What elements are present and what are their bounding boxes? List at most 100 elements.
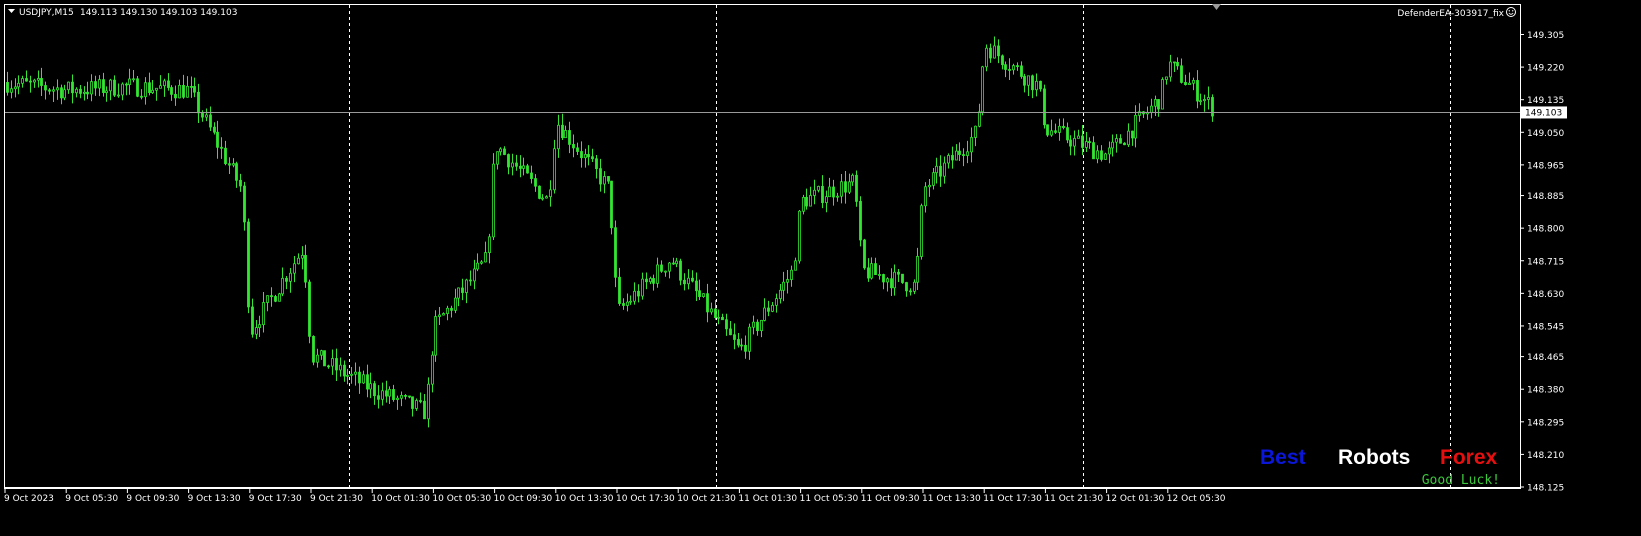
candle-body [488, 236, 491, 253]
candle-body [262, 302, 265, 326]
candle-body [144, 82, 147, 98]
candle-body [1157, 99, 1160, 110]
candle-body [698, 290, 701, 298]
candle-body [955, 150, 958, 161]
candle-body [281, 277, 284, 295]
candle-body [293, 263, 296, 274]
candle-body [1035, 80, 1038, 91]
candle-body [790, 269, 793, 280]
candle-body [1111, 141, 1114, 149]
chart-window[interactable]: 149.305 149.220 149.135 149.050 148.965 148.8… [0, 0, 1641, 536]
candle-body [396, 397, 399, 400]
candle-body [67, 81, 70, 91]
candle-body [415, 400, 418, 409]
candle-body [760, 319, 763, 332]
candle-body [255, 327, 258, 335]
candle-body [366, 374, 369, 390]
candle-body [970, 137, 973, 153]
candle-body [308, 281, 311, 337]
candle-body [6, 82, 9, 93]
candle-body [706, 293, 709, 313]
candle-body [496, 151, 499, 165]
current-price-box: 149.103 [1521, 106, 1567, 119]
candle-body [503, 148, 506, 155]
candle-body [151, 89, 154, 94]
candle-body [1165, 76, 1168, 80]
candle-body [928, 184, 931, 188]
candle-body [603, 176, 606, 185]
candle-body [354, 371, 357, 375]
candle-body [721, 316, 724, 321]
candle-body [1050, 130, 1053, 136]
candle-body [652, 278, 655, 284]
time-tick-label: 11 Oct 09:30 [861, 494, 920, 504]
candle-body [687, 277, 690, 285]
candle-body [450, 307, 453, 311]
candle-body [656, 264, 659, 284]
candle-body [174, 93, 177, 99]
candle-body [105, 90, 108, 93]
candle-body [595, 158, 598, 169]
candle-body [1161, 79, 1164, 110]
price-tick-label: 149.050 [1527, 129, 1564, 139]
watermark-best: Best [1260, 446, 1306, 469]
candle-body [1008, 69, 1011, 71]
watermark: Best Robots Forex Good Luck! [1260, 446, 1500, 488]
candle-body [844, 181, 847, 193]
candle-body [893, 271, 896, 289]
candle-body [411, 396, 414, 409]
candle-body [782, 281, 785, 291]
candle-body [958, 150, 961, 155]
candle-body [21, 78, 24, 84]
candle-body [683, 279, 686, 285]
candle-body [645, 278, 648, 283]
candle-body [136, 78, 139, 97]
price-chart[interactable]: 149.305 149.220 149.135 149.050 148.965 148.8… [0, 0, 1641, 536]
candle-body [25, 78, 28, 82]
time-tick-label: 10 Oct 01:30 [371, 494, 430, 504]
candle-body [966, 151, 969, 156]
chart-shift-marker-icon[interactable] [1212, 4, 1221, 10]
candle-body [1039, 80, 1042, 90]
candle-body [840, 181, 843, 197]
candle-body [541, 197, 544, 200]
candle-body [878, 274, 881, 276]
candle-body [1092, 142, 1095, 160]
candle-body [79, 88, 82, 94]
candle-body [805, 197, 808, 207]
triangle-down-icon[interactable] [8, 9, 15, 13]
candle-body [836, 195, 839, 198]
candle-body [985, 47, 988, 68]
candle-body [1115, 138, 1118, 143]
candle-body [607, 176, 610, 182]
candle-body [1088, 141, 1091, 144]
candle-body [870, 263, 873, 279]
smiley-icon[interactable] [1506, 7, 1516, 17]
candle-body [507, 154, 510, 168]
candle-body [863, 239, 866, 269]
candle-body [125, 83, 128, 86]
candle-body [629, 300, 632, 303]
candle-body [235, 163, 238, 181]
candle-body [1154, 99, 1157, 107]
candle-body [1058, 125, 1061, 133]
candle-body [549, 189, 552, 198]
candle-body [809, 195, 812, 207]
candle-body [220, 146, 223, 149]
candle-body [1134, 115, 1137, 139]
candle-body [457, 287, 460, 299]
price-tick-label: 148.800 [1527, 225, 1564, 235]
candle-body [1096, 150, 1099, 160]
price-tick-label: 148.965 [1527, 161, 1564, 171]
candle-body [423, 400, 426, 420]
candle-body [193, 86, 196, 93]
candle-body [48, 89, 51, 92]
candle-body [94, 81, 97, 89]
candle-body [1150, 105, 1153, 113]
candle-body [794, 260, 797, 271]
ohlc-label: 149.113 149.130 149.103 149.103 [80, 8, 237, 18]
candle-body [178, 85, 181, 99]
candle-body [626, 301, 629, 306]
candle-body [729, 328, 732, 336]
candle-body [274, 296, 277, 302]
